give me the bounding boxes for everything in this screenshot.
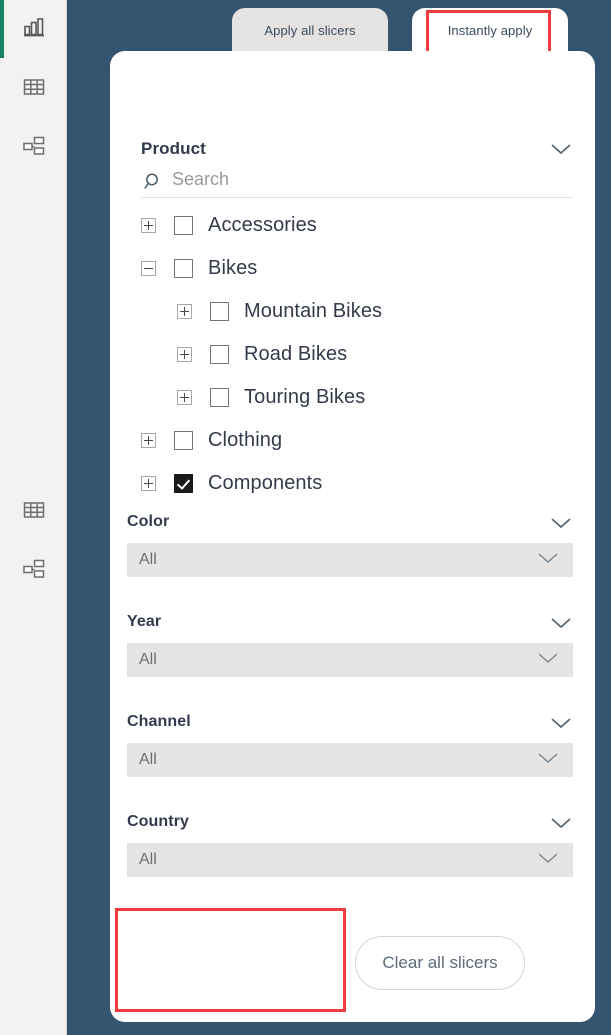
tree-item-accessories[interactable]: Accessories (141, 204, 573, 247)
chevron-down-icon[interactable] (549, 142, 573, 161)
chevron-down-icon[interactable] (537, 852, 559, 870)
left-navigation-rail (0, 0, 67, 1035)
slicer-product: Product Search Accessories Bikes Mountai… (141, 139, 573, 505)
slicer-channel-value: All (139, 751, 157, 768)
tree-item-label: Mountain Bikes (244, 300, 383, 322)
slicer-year-value: All (139, 651, 157, 668)
slicer-product-item-list: Accessories Bikes Mountain Bikes Road Bi… (141, 204, 573, 505)
slicer-product-search[interactable]: Search (141, 168, 573, 198)
chevron-down-icon[interactable] (537, 552, 559, 570)
slicer-channel-dropdown[interactable]: All (127, 743, 573, 777)
expand-plus-icon[interactable] (141, 433, 156, 448)
collapse-minus-icon[interactable] (141, 261, 156, 276)
table-view-icon (20, 73, 48, 101)
checkbox-road-bikes[interactable] (210, 345, 229, 364)
expand-plus-icon[interactable] (177, 304, 192, 319)
active-view-accent-bar (0, 0, 4, 58)
tab-apply-all-slicers-label: Apply all slicers (264, 22, 356, 38)
tree-item-label: Road Bikes (244, 343, 348, 365)
tree-item-components[interactable]: Components (141, 462, 573, 505)
clear-all-slicers-button[interactable]: Clear all slicers (355, 936, 525, 990)
rail-item-table-view-lower[interactable] (10, 486, 58, 534)
model-view-icon-lower (20, 555, 48, 583)
report-view-icon (20, 14, 48, 42)
slicer-channel-header: Channel (127, 713, 573, 735)
slicer-country-title: Country (127, 813, 190, 830)
slicer-channel-title: Channel (127, 713, 191, 730)
slicer-color-dropdown[interactable]: All (127, 543, 573, 577)
chevron-down-icon[interactable] (537, 652, 559, 670)
slicer-year: Year All (127, 613, 573, 677)
apply-slicers-button-highlight-box (115, 908, 346, 1012)
tree-item-label: Clothing (208, 429, 283, 451)
tree-item-label: Bikes (208, 257, 258, 279)
checkbox-clothing[interactable] (174, 431, 193, 450)
tree-item-bikes[interactable]: Bikes (141, 247, 573, 290)
checkbox-accessories[interactable] (174, 216, 193, 235)
checkbox-bikes[interactable] (174, 259, 193, 278)
tree-item-label: Components (208, 472, 323, 494)
slicer-country-dropdown[interactable]: All (127, 843, 573, 877)
slicer-color-value: All (139, 551, 157, 568)
chevron-down-icon[interactable] (537, 752, 559, 770)
chevron-down-icon[interactable] (549, 816, 573, 835)
chevron-down-icon[interactable] (549, 516, 573, 535)
rail-item-report-view[interactable] (10, 4, 58, 52)
tree-item-mountain-bikes[interactable]: Mountain Bikes (141, 290, 573, 333)
slicer-country-value: All (139, 851, 157, 868)
slicer-color-title: Color (127, 513, 170, 530)
slicer-color: Color All (127, 513, 573, 577)
rail-item-table-view[interactable] (10, 63, 58, 111)
slicer-channel: Channel All (127, 713, 573, 777)
slicer-product-title: Product (141, 139, 206, 158)
chevron-down-icon[interactable] (549, 716, 573, 735)
expand-plus-icon[interactable] (177, 390, 192, 405)
tab-apply-all-slicers[interactable]: Apply all slicers (232, 8, 388, 52)
rail-item-model-view-lower[interactable] (10, 545, 58, 593)
slicer-year-title: Year (127, 613, 162, 630)
slicer-year-header: Year (127, 613, 573, 635)
slicer-product-header: Product (141, 139, 573, 161)
tree-item-touring-bikes[interactable]: Touring Bikes (141, 376, 573, 419)
slicer-country: Country All (127, 813, 573, 877)
tree-item-road-bikes[interactable]: Road Bikes (141, 333, 573, 376)
table-view-icon-lower (20, 496, 48, 524)
tree-item-clothing[interactable]: Clothing (141, 419, 573, 462)
model-view-icon (20, 132, 48, 160)
slicer-country-header: Country (127, 813, 573, 835)
tree-item-label: Touring Bikes (244, 386, 366, 408)
expand-plus-icon[interactable] (141, 218, 156, 233)
checkbox-mountain-bikes[interactable] (210, 302, 229, 321)
rail-item-model-view[interactable] (10, 122, 58, 170)
slicer-year-dropdown[interactable]: All (127, 643, 573, 677)
power-bi-report-canvas: Apply all slicers Instantly apply Produc… (0, 0, 611, 1035)
checkbox-components[interactable] (174, 474, 193, 493)
slicer-color-header: Color (127, 513, 573, 535)
slicer-panel-card: Product Search Accessories Bikes Mountai… (110, 51, 595, 1022)
clear-all-slicers-label: Clear all slicers (382, 953, 498, 972)
tab-instantly-apply[interactable]: Instantly apply (412, 8, 568, 52)
tab-instantly-apply-label: Instantly apply (447, 22, 533, 38)
checkbox-touring-bikes[interactable] (210, 388, 229, 407)
slicer-product-search-placeholder: Search (172, 169, 230, 189)
search-icon (143, 171, 165, 198)
expand-plus-icon[interactable] (141, 476, 156, 491)
tree-item-label: Accessories (208, 214, 317, 236)
chevron-down-icon[interactable] (549, 616, 573, 635)
expand-plus-icon[interactable] (177, 347, 192, 362)
